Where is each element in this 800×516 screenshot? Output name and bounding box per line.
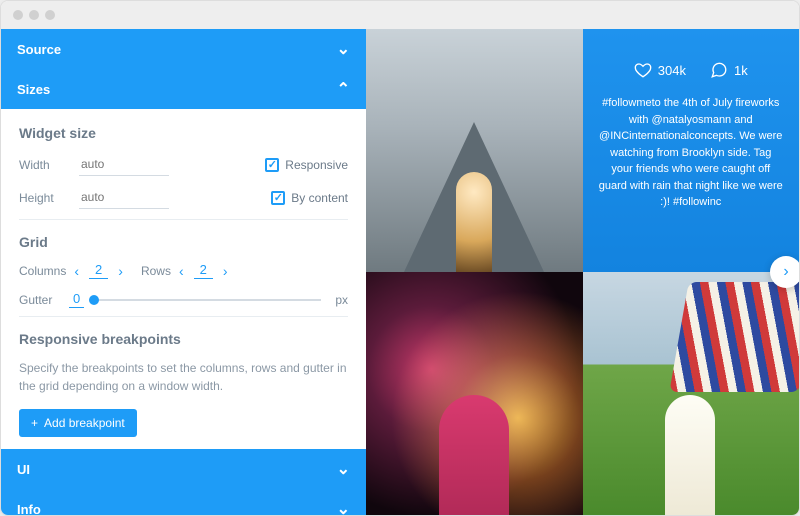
window-dot-close[interactable]: [13, 10, 23, 20]
gutter-row: Gutter 0 px: [19, 291, 348, 308]
gutter-value[interactable]: 0: [69, 291, 84, 308]
gutter-slider[interactable]: [94, 292, 321, 308]
rows-increment[interactable]: ›: [223, 263, 228, 279]
post-stats: 304k 1k: [634, 61, 748, 79]
accordion-source[interactable]: Source ⌄: [1, 29, 366, 69]
accordion-sizes[interactable]: Sizes ⌃: [1, 69, 366, 109]
accordion-sizes-label: Sizes: [17, 82, 50, 97]
add-breakpoint-label: Add breakpoint: [44, 416, 125, 430]
grid-stepper-row: Columns ‹ 2 › Rows ‹ 2 ›: [19, 262, 348, 279]
sizes-panel: Widget size Width ✓ Responsive Height: [1, 109, 366, 449]
grid-tile-1[interactable]: [366, 29, 583, 272]
bycontent-checkbox[interactable]: ✓ By content: [271, 191, 348, 205]
grid-tile-3[interactable]: [366, 272, 583, 515]
accordion-ui-label: UI: [17, 462, 30, 477]
accordion-ui[interactable]: UI ⌄: [1, 449, 366, 489]
rows-label: Rows: [141, 264, 171, 278]
rows-group: Rows ‹ 2 ›: [141, 262, 228, 279]
plus-icon: +: [31, 416, 38, 430]
columns-value[interactable]: 2: [89, 262, 108, 279]
accordion-source-label: Source: [17, 42, 61, 57]
next-button[interactable]: ›: [770, 256, 800, 288]
preview-grid: 304k 1k #followmeto the 4th of July fire…: [366, 29, 799, 515]
accordion-info[interactable]: Info ⌄: [1, 489, 366, 515]
width-label: Width: [19, 158, 69, 172]
grid-title: Grid: [19, 234, 348, 250]
width-input-wrap: [79, 153, 169, 176]
height-label: Height: [19, 191, 69, 205]
comment-icon: [710, 61, 728, 79]
app-body: Source ⌄ Sizes ⌃ Widget size Width ✓ Res…: [1, 29, 799, 515]
width-row: Width ✓ Responsive: [19, 153, 348, 176]
breakpoints-desc: Specify the breakpoints to set the colum…: [19, 359, 348, 395]
chevron-down-icon: ⌄: [337, 459, 350, 479]
grid-tile-2-overlay[interactable]: 304k 1k #followmeto the 4th of July fire…: [583, 29, 800, 272]
chevron-up-icon: ⌃: [337, 79, 350, 99]
heart-icon: [634, 61, 652, 79]
browser-titlebar: [1, 1, 799, 29]
rows-stepper: ‹ 2 ›: [179, 262, 228, 279]
columns-label: Columns: [19, 264, 66, 278]
likes-stat: 304k: [634, 61, 686, 79]
columns-decrement[interactable]: ‹: [74, 263, 79, 279]
chevron-down-icon: ⌄: [337, 39, 350, 59]
check-icon: ✓: [265, 158, 279, 172]
rows-value[interactable]: 2: [194, 262, 213, 279]
browser-frame: Source ⌄ Sizes ⌃ Widget size Width ✓ Res…: [0, 0, 800, 516]
columns-group: Columns ‹ 2 ›: [19, 262, 123, 279]
post-caption: #followmeto the 4th of July fireworks wi…: [599, 95, 784, 211]
check-icon: ✓: [271, 191, 285, 205]
window-dot-max[interactable]: [45, 10, 55, 20]
gutter-label: Gutter: [19, 293, 59, 307]
likes-count: 304k: [658, 63, 686, 78]
slider-track: [94, 299, 321, 301]
height-input[interactable]: [79, 186, 169, 209]
divider: [19, 219, 348, 220]
chevron-down-icon: ⌄: [337, 499, 350, 515]
slider-thumb[interactable]: [89, 295, 99, 305]
widget-size-title: Widget size: [19, 125, 348, 141]
responsive-checkbox[interactable]: ✓ Responsive: [265, 158, 348, 172]
grid-tile-4[interactable]: [583, 272, 800, 515]
columns-stepper: ‹ 2 ›: [74, 262, 123, 279]
height-input-wrap: [79, 186, 169, 209]
rows-decrement[interactable]: ‹: [179, 263, 184, 279]
accordion-info-label: Info: [17, 502, 41, 516]
breakpoints-title: Responsive breakpoints: [19, 331, 348, 347]
comments-count: 1k: [734, 63, 748, 78]
bycontent-label: By content: [291, 191, 348, 205]
gutter-unit: px: [335, 293, 348, 307]
settings-sidebar: Source ⌄ Sizes ⌃ Widget size Width ✓ Res…: [1, 29, 366, 515]
width-input[interactable]: [79, 153, 169, 176]
chevron-right-icon: ›: [783, 263, 788, 281]
columns-increment[interactable]: ›: [118, 263, 123, 279]
responsive-label: Responsive: [285, 158, 348, 172]
divider: [19, 316, 348, 317]
height-row: Height ✓ By content: [19, 186, 348, 209]
window-dot-min[interactable]: [29, 10, 39, 20]
add-breakpoint-button[interactable]: + Add breakpoint: [19, 409, 137, 437]
comments-stat: 1k: [710, 61, 748, 79]
